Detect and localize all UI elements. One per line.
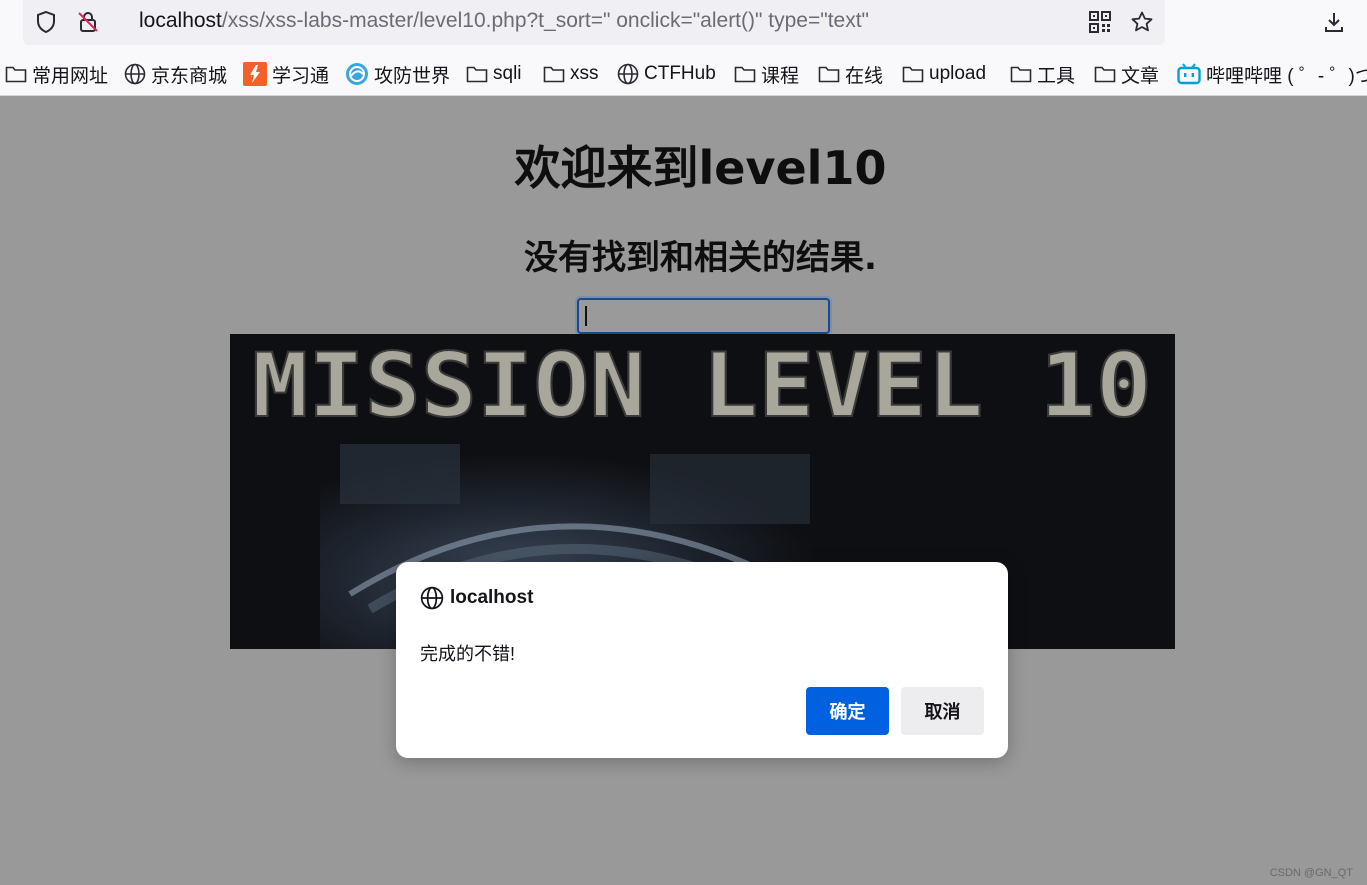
cancel-button[interactable]: 取消 (901, 687, 984, 735)
bookmark-label: 工具 (1037, 65, 1076, 87)
browser-toolbar: localhost/xss/xss-labs-master/level10.ph… (0, 0, 1367, 52)
bookmark-item[interactable]: 京东商城 (124, 61, 227, 87)
folder-icon (543, 66, 565, 83)
bookmark-item[interactable]: 文章 (1094, 61, 1159, 87)
bookmark-item[interactable]: CTFHub (617, 61, 716, 87)
banner-title: MISSION LEVEL 10 (252, 334, 1152, 437)
bookmark-label: sqli (493, 63, 522, 84)
bookmark-label: CTFHub (644, 63, 716, 84)
bookmark-item[interactable]: 常用网址 (5, 61, 108, 87)
bookmark-label: 文章 (1121, 65, 1160, 87)
folder-icon (1094, 66, 1116, 83)
alert-dialog: localhost 完成的不错! 确定 取消 (396, 562, 1008, 758)
bookmark-label: upload (929, 63, 987, 84)
bookmark-label: 在线 (845, 65, 884, 87)
bookmark-item[interactable]: 攻防世界 (345, 61, 450, 87)
text-caret (585, 306, 587, 326)
star-icon[interactable] (1129, 9, 1155, 35)
bookmark-item[interactable]: 哔哩哔哩 ( ゜- ゜)つロ (1177, 61, 1367, 87)
globe-icon (124, 63, 146, 85)
url-host: localhost (139, 9, 222, 32)
bookmark-label: 哔哩哔哩 ( ゜- ゜)つロ (1206, 65, 1367, 87)
page-content: 欢迎来到level10 没有找到和相关的结果. MISSION LEVEL 10… (0, 96, 1367, 885)
url-text[interactable]: localhost/xss/xss-labs-master/level10.ph… (139, 9, 869, 33)
bookmark-label: xss (570, 63, 599, 84)
folder-icon (1010, 66, 1032, 83)
bookmark-item[interactable]: 课程 (734, 61, 799, 87)
address-bar[interactable]: localhost/xss/xss-labs-master/level10.ph… (23, 0, 1165, 45)
bookmark-label: 攻防世界 (374, 65, 451, 87)
bookmark-item[interactable]: upload (902, 61, 986, 87)
bilibili-icon (1177, 63, 1201, 85)
page-title: 欢迎来到level10 (514, 141, 887, 195)
bookmark-label: 京东商城 (151, 65, 228, 87)
shield-icon[interactable] (33, 9, 59, 35)
globe-icon (420, 586, 444, 610)
dialog-host-label: localhost (450, 587, 534, 608)
bookmark-item[interactable]: xss (543, 61, 599, 87)
dialog-message: 完成的不错! (420, 644, 516, 664)
bookmark-label: 常用网址 (32, 65, 109, 87)
bookmark-item[interactable]: sqli (466, 61, 522, 87)
download-icon[interactable] (1321, 9, 1347, 35)
bookmark-label: 学习通 (272, 65, 330, 87)
watermark: CSDN @GN_QT (1269, 867, 1353, 879)
bookmark-item[interactable]: 工具 (1010, 61, 1075, 87)
folder-icon (734, 66, 756, 83)
globe-icon (617, 63, 639, 85)
url-path: /xss/xss-labs-master/level10.php?t_sort=… (221, 9, 870, 32)
dialog-origin: localhost (420, 586, 533, 610)
bookmark-item[interactable]: 在线 (818, 61, 883, 87)
folder-icon (5, 66, 27, 83)
bookmark-label: 课程 (761, 65, 800, 87)
folder-icon (466, 66, 488, 83)
folder-icon (902, 66, 924, 83)
search-result-text: 没有找到和相关的结果. (524, 238, 877, 278)
bookmarks-bar: 常用网址 京东商城 学习通 攻防世界 sqli xss CTFHub 课程 在线… (0, 52, 1367, 96)
folder-icon (818, 66, 840, 83)
insecure-lock-icon[interactable] (75, 9, 101, 35)
gongfang-icon (346, 63, 368, 85)
xuexitong-icon (243, 62, 267, 86)
ok-button[interactable]: 确定 (806, 687, 889, 735)
qr-code-icon[interactable] (1088, 10, 1112, 34)
t-sort-input[interactable] (577, 298, 830, 334)
bookmark-item[interactable]: 学习通 (243, 61, 329, 87)
